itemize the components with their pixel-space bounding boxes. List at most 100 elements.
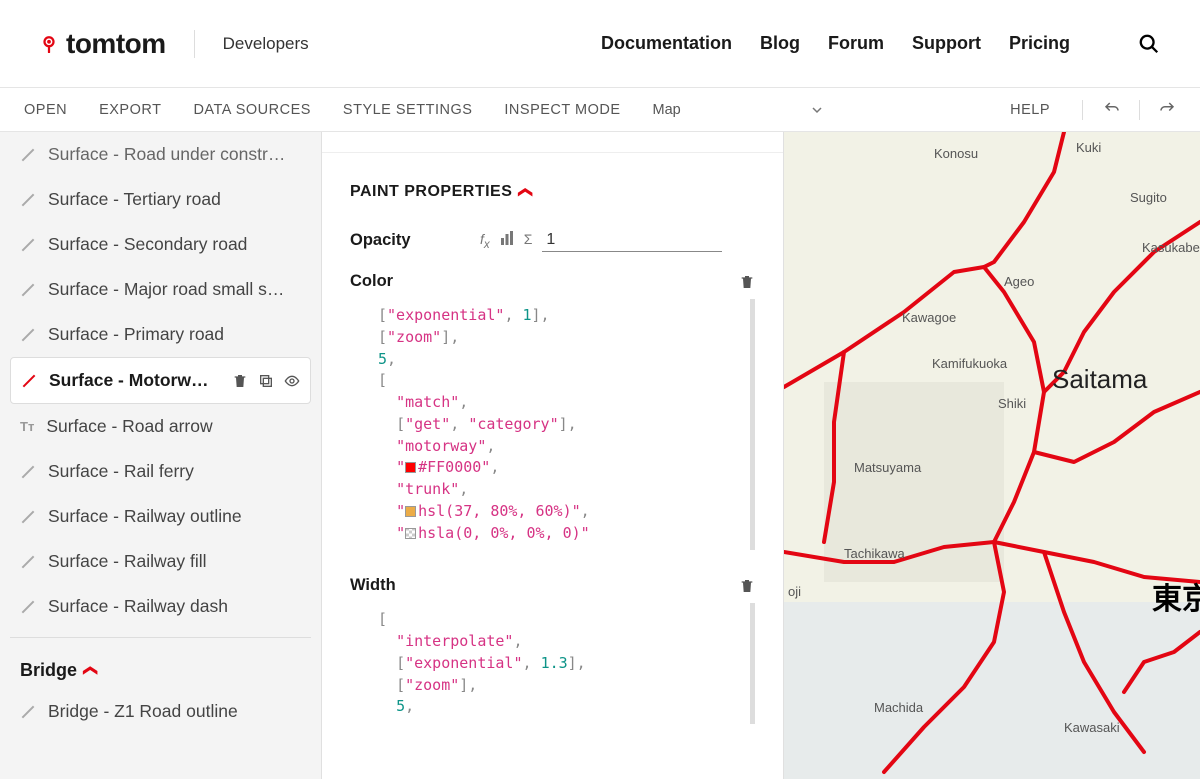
- layer-item[interactable]: Surface - Railway fill: [10, 539, 311, 584]
- map-place-label: Machida: [874, 700, 923, 715]
- nav-forum[interactable]: Forum: [828, 33, 884, 54]
- map-place-label: Sugito: [1130, 190, 1167, 205]
- layer-item[interactable]: Surface - Railway outline: [10, 494, 311, 539]
- mode-select[interactable]: Map: [653, 102, 823, 118]
- divider: [10, 637, 311, 638]
- chevron-up-icon: ❮: [82, 665, 99, 677]
- map-preview[interactable]: KonosuKukiSugitoKasukabeAgeoKawagoeKamif…: [784, 132, 1200, 779]
- divider: [194, 30, 195, 58]
- properties-panel: PAINT PROPERTIES ❮ Opacity fx Σ Color: [322, 132, 784, 779]
- layer-label: Surface - Primary road: [48, 324, 224, 345]
- text-layer-icon: Tᴛ: [20, 419, 34, 434]
- layer-label: Surface - Secondary road: [48, 234, 247, 255]
- map-place-label: Ageo: [1004, 274, 1034, 289]
- layer-item[interactable]: Surface - Rail ferry: [10, 449, 311, 494]
- layer-label: Surface - Rail ferry: [48, 461, 194, 482]
- map-place-label: Matsuyama: [854, 460, 921, 475]
- sidebar: Surface - Road under constr… Surface - Te…: [0, 132, 322, 779]
- nav-documentation[interactable]: Documentation: [601, 33, 732, 54]
- color-label: Color: [350, 272, 739, 291]
- layer-list: Surface - Road under constr… Surface - Te…: [0, 132, 321, 629]
- line-layer-icon: [22, 465, 35, 478]
- line-layer-icon: [22, 705, 35, 718]
- map-place-label: oji: [788, 584, 801, 599]
- layer-label: Surface - Major road small s…: [48, 279, 284, 300]
- opacity-tools: fx Σ: [480, 231, 532, 251]
- developers-label[interactable]: Developers: [223, 34, 309, 54]
- line-layer-icon: [22, 555, 35, 568]
- map-place-label: 東京: [1152, 574, 1200, 618]
- layer-item[interactable]: Surface - Railway dash: [10, 584, 311, 629]
- toolbar-open[interactable]: OPEN: [24, 102, 67, 118]
- fx-icon[interactable]: fx: [480, 231, 490, 251]
- visibility-icon[interactable]: [284, 373, 300, 389]
- toolbar: OPEN EXPORT DATA SOURCES STYLE SETTINGS …: [0, 88, 1200, 132]
- section-title: Bridge: [20, 660, 77, 681]
- trash-icon[interactable]: [232, 373, 248, 389]
- map-place-label: Konosu: [934, 146, 978, 161]
- color-block: Color ["exponential", 1],["zoom"],5,[ "m…: [350, 272, 755, 550]
- toolbar-export[interactable]: EXPORT: [99, 102, 161, 118]
- section-bridge[interactable]: Bridge ❮: [0, 646, 321, 689]
- color-code[interactable]: ["exponential", 1],["zoom"],5,[ "match",…: [350, 299, 755, 550]
- layer-item[interactable]: Surface - Secondary road: [10, 222, 311, 267]
- layer-item[interactable]: Tᴛ Surface - Road arrow: [10, 404, 311, 449]
- map-place-label: Kawagoe: [902, 310, 956, 325]
- opacity-input[interactable]: [542, 229, 722, 252]
- layer-item[interactable]: Surface - Major road small s…: [10, 267, 311, 312]
- line-layer-icon: [22, 238, 35, 251]
- width-code[interactable]: [ "interpolate", ["exponential", 1.3], […: [350, 603, 755, 724]
- search-icon[interactable]: [1138, 33, 1160, 55]
- line-layer-icon: [22, 600, 35, 613]
- chevron-up-icon: ❮: [518, 186, 535, 198]
- layer-label: Surface - Railway outline: [48, 506, 242, 527]
- width-label: Width: [350, 576, 739, 595]
- toolbar-help[interactable]: HELP: [1010, 102, 1050, 118]
- map-place-label: Kawasaki: [1064, 720, 1120, 735]
- map-place-label: Kuki: [1076, 140, 1101, 155]
- bars-icon[interactable]: [500, 231, 514, 251]
- layer-label: Surface - Tertiary road: [48, 189, 221, 210]
- layer-label: Surface - Motorw…: [49, 370, 208, 391]
- redo-icon[interactable]: [1158, 100, 1176, 118]
- toolbar-inspect-mode[interactable]: INSPECT MODE: [504, 102, 620, 118]
- map-place-label: Saitama: [1052, 364, 1147, 395]
- layer-item[interactable]: Surface - Road under constr…: [10, 132, 311, 177]
- logo[interactable]: tomtom: [40, 28, 166, 60]
- layer-item[interactable]: Surface - Primary road: [10, 312, 311, 357]
- opacity-row: Opacity fx Σ: [350, 229, 755, 252]
- layer-item[interactable]: Surface - Tertiary road: [10, 177, 311, 222]
- nav-pricing[interactable]: Pricing: [1009, 33, 1070, 54]
- map-canvas: [784, 132, 1200, 779]
- header: tomtom Developers Documentation Blog For…: [0, 0, 1200, 88]
- layer-item[interactable]: Surface - Motorw…: [10, 357, 311, 404]
- layer-label: Surface - Road under constr…: [48, 144, 285, 165]
- bridge-layer-list: Bridge - Z1 Road outline: [0, 689, 321, 734]
- toolbar-style-settings[interactable]: STYLE SETTINGS: [343, 102, 472, 118]
- layer-label: Surface - Road arrow: [46, 416, 212, 437]
- main-nav: Documentation Blog Forum Support Pricing: [601, 33, 1160, 55]
- toolbar-data-sources[interactable]: DATA SOURCES: [193, 102, 310, 118]
- nav-blog[interactable]: Blog: [760, 33, 800, 54]
- line-layer-icon: [23, 374, 36, 387]
- undo-icon[interactable]: [1103, 100, 1121, 118]
- duplicate-icon[interactable]: [258, 373, 274, 389]
- trash-icon[interactable]: [739, 578, 755, 594]
- mode-select-value: Map: [653, 102, 681, 118]
- nav-support[interactable]: Support: [912, 33, 981, 54]
- sigma-icon[interactable]: Σ: [524, 231, 533, 251]
- layer-actions: [232, 373, 300, 389]
- main: Surface - Road under constr… Surface - Te…: [0, 132, 1200, 779]
- color-swatch: [405, 506, 416, 517]
- logo-pin-icon: [40, 35, 58, 53]
- undo-redo-group: [1082, 100, 1176, 120]
- layer-item[interactable]: Bridge - Z1 Road outline: [10, 689, 311, 734]
- trash-icon[interactable]: [739, 274, 755, 290]
- layer-label: Surface - Railway fill: [48, 551, 207, 572]
- panel-title[interactable]: PAINT PROPERTIES ❮: [350, 183, 755, 201]
- layer-label: Surface - Railway dash: [48, 596, 228, 617]
- color-swatch: [405, 528, 416, 539]
- line-layer-icon: [22, 148, 35, 161]
- map-place-label: Shiki: [998, 396, 1026, 411]
- logo-text: tomtom: [66, 28, 166, 60]
